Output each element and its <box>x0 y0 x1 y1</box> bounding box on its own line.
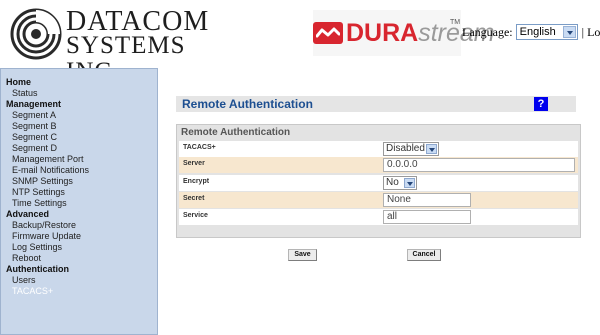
sidebar-item-reboot[interactable]: Reboot <box>6 253 157 264</box>
sidebar-item-ntp-settings[interactable]: NTP Settings <box>6 187 157 198</box>
sidebar-item-segment-a[interactable]: Segment A <box>6 110 157 121</box>
sidebar-item-tacacs[interactable]: TACACS+ <box>6 286 157 297</box>
encrypt-label: Encrypt <box>183 178 210 185</box>
language-bar: Language: English | Logout <box>462 24 600 40</box>
tacacs-select-value: Disabled <box>386 143 425 154</box>
page-title-bar: Remote Authentication ? <box>176 96 576 112</box>
server-row: Server 0.0.0.0 <box>179 157 578 173</box>
sidebar-group-authentication: Authentication <box>6 264 69 274</box>
sidebar-item-users[interactable]: Users <box>6 275 157 286</box>
sidebar-item-segment-b[interactable]: Segment B <box>6 121 157 132</box>
sidebar-item-home[interactable]: Home <box>6 77 157 88</box>
sidebar-item-time-settings[interactable]: Time Settings <box>6 198 157 209</box>
sidebar-group-management: Management <box>6 99 62 109</box>
server-label: Server <box>183 160 205 167</box>
server-input[interactable]: 0.0.0.0 <box>383 158 575 172</box>
page-title: Remote Authentication <box>182 97 313 111</box>
sidebar-item-snmp-settings[interactable]: SNMP Settings <box>6 176 157 187</box>
durastream-logo: DURAstream TM <box>313 10 495 56</box>
chevron-down-icon <box>562 26 576 38</box>
durastream-wave-icon <box>313 22 343 44</box>
chevron-down-icon <box>404 178 415 188</box>
language-select[interactable]: English <box>515 24 578 40</box>
sidebar-item-backup-restore[interactable]: Backup/Restore <box>6 220 157 231</box>
service-label: Service <box>183 212 208 219</box>
sidebar-nav: Home Status Management Segment A Segment… <box>0 68 158 335</box>
sidebar-item-email-notifications[interactable]: E-mail Notifications <box>6 165 157 176</box>
remote-auth-panel: Remote Authentication TACACS+ Disabled S… <box>176 124 581 238</box>
encrypt-row: Encrypt No <box>179 175 578 191</box>
sidebar-item-management-port[interactable]: Management Port <box>6 154 157 165</box>
header-separator: | <box>581 24 585 39</box>
datacom-logo: DATACOM SYSTEMS INC <box>6 6 236 85</box>
encrypt-select[interactable]: No <box>383 176 417 190</box>
sidebar-item-segment-d[interactable]: Segment D <box>6 143 157 154</box>
language-select-value: English <box>519 26 556 38</box>
sidebar-item-segment-c[interactable]: Segment C <box>6 132 157 143</box>
language-label: Language: <box>462 24 513 39</box>
sidebar-group-advanced: Advanced <box>6 209 50 219</box>
save-button[interactable]: Save <box>288 249 317 261</box>
sidebar-item-status[interactable]: Status <box>6 88 157 99</box>
service-input[interactable]: all <box>383 210 471 224</box>
tacacs-label: TACACS+ <box>183 144 216 151</box>
help-button[interactable]: ? <box>534 97 548 111</box>
chevron-down-icon <box>426 144 437 154</box>
secret-input[interactable]: None <box>383 193 471 207</box>
sidebar-item-firmware-update[interactable]: Firmware Update <box>6 231 157 242</box>
cancel-button[interactable]: Cancel <box>407 249 441 261</box>
secret-row: Secret None <box>179 192 578 208</box>
datacom-logo-icon <box>10 8 62 60</box>
secret-label: Secret <box>183 195 205 202</box>
product-name-part1: DURA <box>346 19 419 47</box>
trademark-mark: TM <box>450 19 461 26</box>
sidebar-item-log-settings[interactable]: Log Settings <box>6 242 157 253</box>
tacacs-row: TACACS+ Disabled <box>179 141 578 157</box>
logout-link[interactable]: Logout <box>587 25 600 40</box>
encrypt-select-value: No <box>386 177 399 188</box>
panel-title: Remote Authentication <box>181 127 291 138</box>
tacacs-select[interactable]: Disabled <box>383 142 439 156</box>
service-row: Service all <box>179 209 578 225</box>
